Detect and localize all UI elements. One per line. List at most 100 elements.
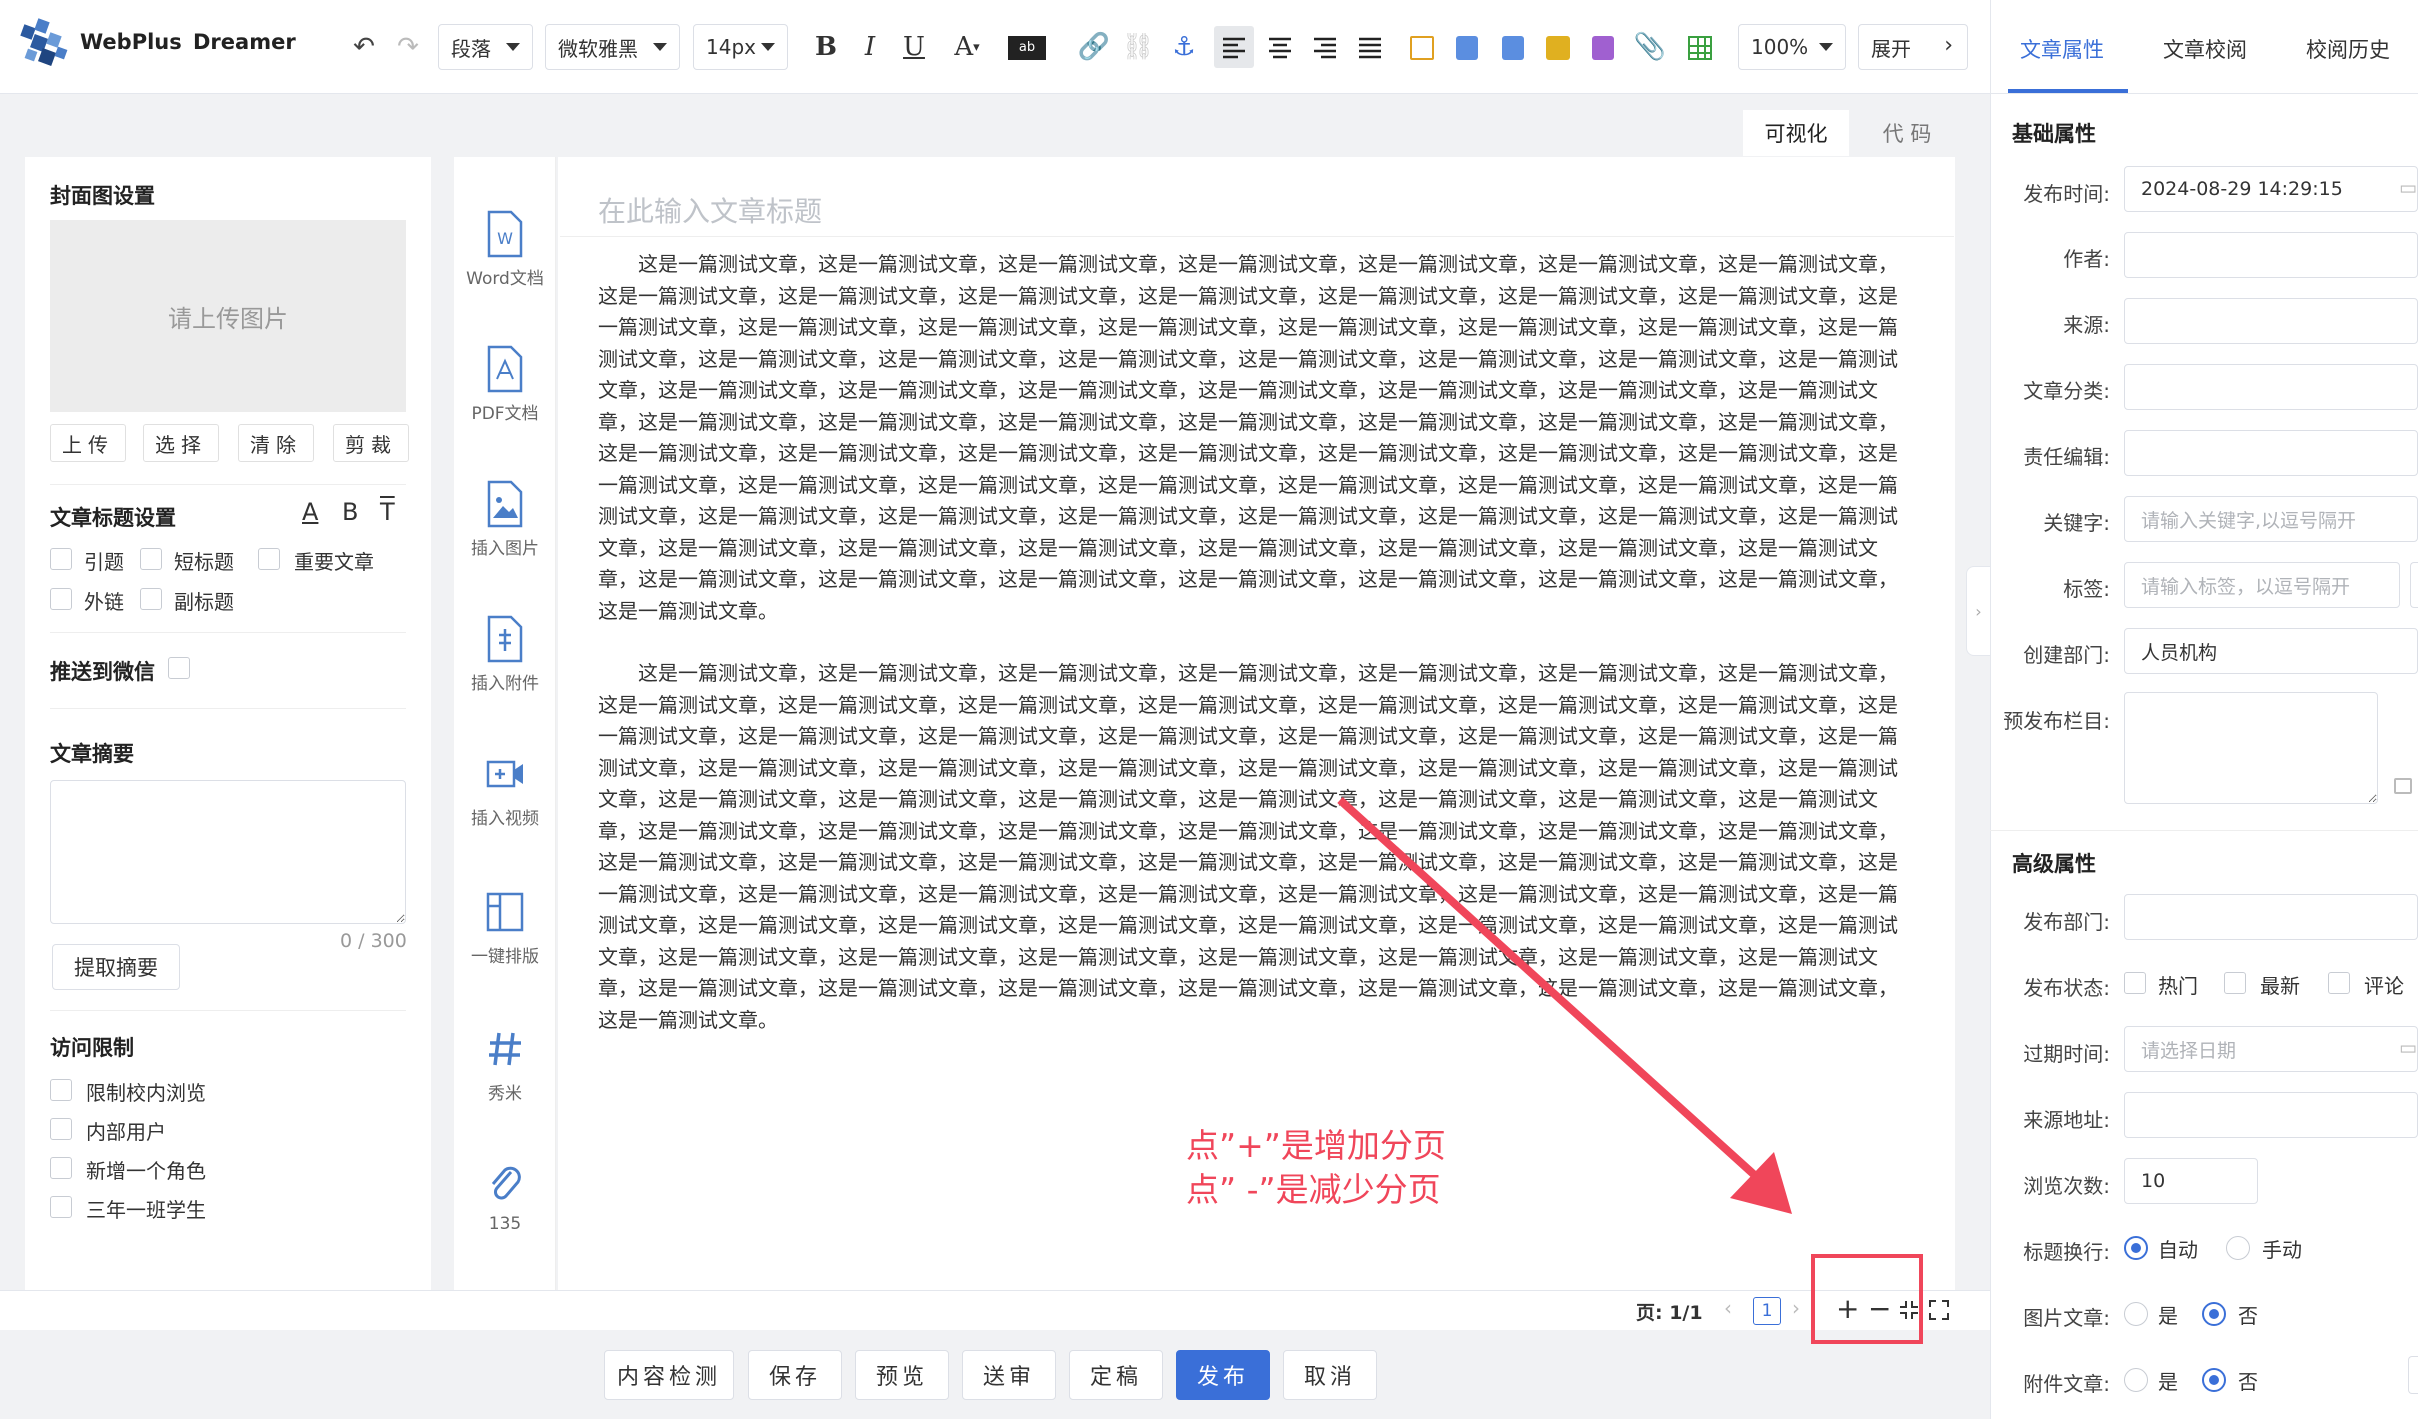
select-button[interactable]: 选择 bbox=[143, 424, 219, 462]
checkbox-class-students[interactable] bbox=[50, 1196, 72, 1218]
tags-add-button[interactable] bbox=[2410, 562, 2418, 608]
insert-word-button[interactable]: W Word文档 bbox=[454, 210, 556, 289]
paragraph-select[interactable]: 段落 bbox=[438, 24, 533, 70]
tab-article-proofread[interactable]: 文章校阅 bbox=[2163, 34, 2247, 64]
checkbox-new-role[interactable] bbox=[50, 1157, 72, 1179]
layout-icon[interactable] bbox=[1410, 36, 1434, 60]
author-input[interactable] bbox=[2124, 232, 2418, 278]
submit-review-button[interactable]: 送审 bbox=[962, 1350, 1056, 1400]
view-count-input[interactable]: 10 bbox=[2124, 1158, 2258, 1204]
redo-icon[interactable]: ↷ bbox=[390, 26, 426, 68]
image-icon[interactable] bbox=[1502, 36, 1524, 60]
checkbox-comment[interactable] bbox=[2328, 972, 2350, 994]
tab-visual[interactable]: 可视化 bbox=[1743, 110, 1849, 156]
align-justify-icon[interactable] bbox=[1350, 26, 1390, 68]
article-title-input[interactable]: 在此输入文章标题 bbox=[598, 190, 822, 230]
insert-attachment-button[interactable]: 插入附件 bbox=[454, 615, 556, 694]
checkbox-push-wechat[interactable] bbox=[168, 657, 190, 679]
article-paragraph[interactable]: 这是一篇测试文章，这是一篇测试文章，这是一篇测试文章，这是一篇测试文章，这是一篇… bbox=[598, 658, 1903, 1036]
italic-icon[interactable]: I bbox=[852, 26, 888, 68]
article-paragraph[interactable]: 这是一篇测试文章，这是一篇测试文章，这是一篇测试文章，这是一篇测试文章，这是一篇… bbox=[598, 249, 1903, 627]
undo-icon[interactable]: ↶ bbox=[346, 26, 382, 68]
link-icon[interactable]: 🔗 bbox=[1076, 26, 1112, 68]
table-icon[interactable] bbox=[1688, 36, 1712, 60]
size-select[interactable]: 14px bbox=[693, 24, 788, 70]
prev-page-icon[interactable]: ‹ bbox=[1724, 1296, 1732, 1320]
upload-button[interactable]: 上传 bbox=[50, 424, 126, 462]
tab-code[interactable]: 代 码 bbox=[1862, 110, 1952, 156]
checkbox-hot[interactable] bbox=[2124, 972, 2146, 994]
title-color-icon[interactable]: A bbox=[302, 498, 318, 526]
editor-135-button[interactable]: 135 bbox=[454, 1160, 556, 1234]
expand-button[interactable]: 展开 › bbox=[1858, 24, 1968, 70]
expire-time-input[interactable]: 请选择日期 ▭ bbox=[2124, 1026, 2418, 1072]
cancel-button[interactable]: 取消 bbox=[1283, 1350, 1377, 1400]
insert-image-button[interactable]: 插入图片 bbox=[454, 480, 556, 559]
page-number-1[interactable]: 1 bbox=[1753, 1297, 1781, 1325]
insert-pdf-button[interactable]: PDF文档 bbox=[454, 345, 556, 424]
status-latest-label: 最新 bbox=[2260, 974, 2300, 998]
preview-button[interactable]: 预览 bbox=[855, 1350, 949, 1400]
folder-select-icon[interactable] bbox=[2394, 778, 2412, 794]
anchor-icon[interactable]: ⚓ bbox=[1166, 26, 1202, 68]
zoom-select[interactable]: 100% bbox=[1738, 24, 1846, 70]
align-left-icon[interactable] bbox=[1214, 26, 1254, 68]
align-right-icon[interactable] bbox=[1305, 26, 1345, 68]
tab-article-properties[interactable]: 文章属性 bbox=[2020, 34, 2104, 64]
keywords-input[interactable]: 请输入关键字,以逗号隔开 bbox=[2124, 496, 2418, 542]
radio-wrap-auto[interactable] bbox=[2124, 1236, 2148, 1260]
tags-input[interactable]: 请输入标签，以逗号隔开 bbox=[2124, 562, 2400, 608]
department-input[interactable]: 人员机构 bbox=[2124, 628, 2418, 674]
category-input[interactable] bbox=[2124, 364, 2418, 410]
publish-button[interactable]: 发布 bbox=[1176, 1350, 1270, 1400]
align-center-icon[interactable] bbox=[1260, 26, 1300, 68]
title-top-icon[interactable]: T bbox=[380, 498, 395, 526]
checkbox-short-title[interactable] bbox=[140, 548, 162, 570]
checkbox-lead-title[interactable] bbox=[50, 548, 72, 570]
checkbox-external-link[interactable] bbox=[50, 588, 72, 610]
panel-toggle-handle[interactable]: › bbox=[1966, 566, 1990, 656]
unlink-icon[interactable]: ⛓ bbox=[1120, 26, 1156, 68]
tab-proofread-history[interactable]: 校阅历史 bbox=[2306, 34, 2390, 64]
checkbox-important[interactable] bbox=[258, 548, 280, 570]
save-button[interactable]: 保存 bbox=[748, 1350, 842, 1400]
title-bold-icon[interactable]: B bbox=[342, 498, 358, 526]
bold-icon[interactable]: B bbox=[808, 26, 844, 68]
radio-image-no[interactable] bbox=[2202, 1302, 2226, 1326]
finalize-button[interactable]: 定稿 bbox=[1069, 1350, 1163, 1400]
font-color-icon[interactable]: A ▾ bbox=[942, 26, 992, 68]
pre-publish-column-textarea[interactable] bbox=[2124, 692, 2378, 804]
one-click-layout-button[interactable]: 一键排版 bbox=[454, 888, 556, 967]
publish-dept-input[interactable] bbox=[2124, 894, 2418, 940]
next-page-icon[interactable]: › bbox=[1792, 1296, 1800, 1320]
summary-textarea[interactable] bbox=[50, 780, 406, 924]
attachment-icon[interactable]: 📎 bbox=[1632, 26, 1668, 68]
source-input[interactable] bbox=[2124, 298, 2418, 344]
checkbox-campus-only[interactable] bbox=[50, 1079, 72, 1101]
fullscreen-icon[interactable] bbox=[1928, 1299, 1950, 1321]
music-icon[interactable] bbox=[1592, 36, 1614, 60]
background-color-icon[interactable]: ab bbox=[1008, 36, 1046, 60]
clear-button[interactable]: 清除 bbox=[238, 424, 314, 462]
scroll-handle[interactable] bbox=[2408, 1356, 2418, 1394]
checkbox-internal-user[interactable] bbox=[50, 1118, 72, 1140]
extract-summary-button[interactable]: 提取摘要 bbox=[52, 944, 180, 990]
xiumi-button[interactable]: 秀米 bbox=[454, 1025, 556, 1104]
word-icon[interactable] bbox=[1456, 36, 1478, 60]
checkbox-subtitle[interactable] bbox=[140, 588, 162, 610]
editor-in-charge-input[interactable] bbox=[2124, 430, 2418, 476]
radio-image-yes[interactable] bbox=[2124, 1302, 2148, 1326]
content-check-button[interactable]: 内容检测 bbox=[604, 1350, 734, 1400]
radio-attachment-yes[interactable] bbox=[2124, 1368, 2148, 1392]
folder-icon[interactable] bbox=[1546, 36, 1570, 60]
underline-icon[interactable]: U bbox=[896, 26, 932, 68]
insert-video-button[interactable]: 插入视频 bbox=[454, 750, 556, 829]
crop-button[interactable]: 剪裁 bbox=[333, 424, 409, 462]
cover-upload-area[interactable]: 请上传图片 bbox=[50, 220, 406, 412]
publish-time-input[interactable]: 2024-08-29 14:29:15 ▭ bbox=[2124, 166, 2418, 212]
radio-attachment-no[interactable] bbox=[2202, 1368, 2226, 1392]
font-select[interactable]: 微软雅黑 bbox=[545, 24, 680, 70]
radio-wrap-manual[interactable] bbox=[2226, 1236, 2250, 1260]
checkbox-latest[interactable] bbox=[2224, 972, 2246, 994]
source-url-input[interactable] bbox=[2124, 1092, 2418, 1138]
